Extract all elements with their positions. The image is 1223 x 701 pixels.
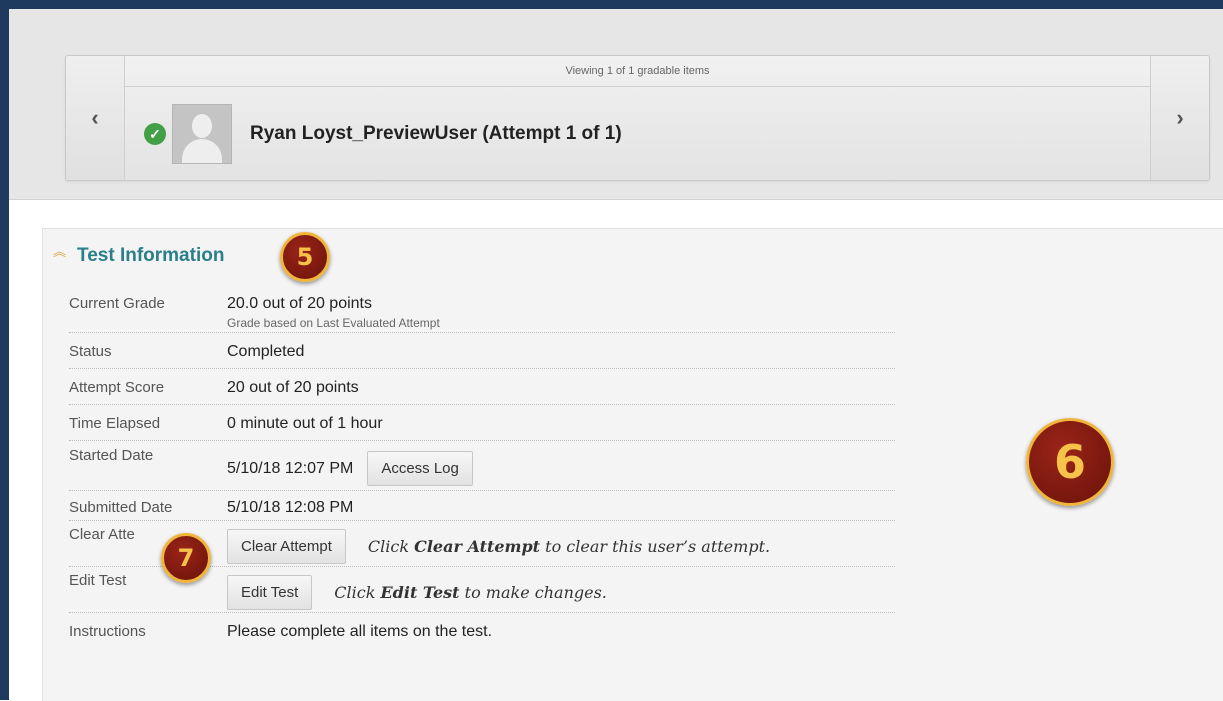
double-chevron-up-icon[interactable]: ︽: [53, 241, 66, 260]
callout-badge-5: 5: [280, 232, 330, 282]
section-title[interactable]: Test Information: [77, 245, 224, 267]
row-started-date: Started Date 5/10/18 12:07 PM Access Log: [69, 441, 895, 491]
value-status: Completed: [227, 343, 305, 360]
callout-badge-6: 6: [1026, 418, 1114, 506]
check-circle-icon: ✓: [144, 123, 166, 145]
callout-badge-7: 7: [161, 533, 211, 583]
value-attempt-score: 20 out of 20 points: [227, 379, 359, 396]
row-current-grade: Current Grade 20.0 out of 20 points Grad…: [69, 287, 895, 333]
next-item-button[interactable]: ›: [1150, 56, 1209, 180]
current-grade-text: 20.0 out of 20 points: [227, 295, 372, 312]
edit-test-button[interactable]: Edit Test: [227, 574, 313, 610]
clear-attempt-hint: Click Clear Attempt to clear this user’s…: [367, 536, 771, 556]
value-submitted-date: 5/10/18 12:08 PM: [227, 499, 354, 516]
value-current-grade: 20.0 out of 20 points Grade based on Las…: [227, 295, 440, 330]
grading-header: ‹ Viewing 1 of 1 gradable items ✓ Ryan L…: [9, 9, 1223, 200]
user-attempt-name: Ryan Loyst_PreviewUser (Attempt 1 of 1): [250, 123, 622, 144]
row-time-elapsed: Time Elapsed 0 minute out of 1 hour: [69, 405, 895, 441]
label-submitted-date: Submitted Date: [69, 499, 173, 516]
chevron-left-icon: ‹: [91, 105, 99, 130]
label-time-elapsed: Time Elapsed: [69, 415, 161, 432]
gradable-item-navigator: ‹ Viewing 1 of 1 gradable items ✓ Ryan L…: [65, 55, 1210, 181]
viewing-count: Viewing 1 of 1 gradable items: [125, 56, 1150, 87]
edit-test-hint: Click Edit Test to make changes.: [334, 582, 607, 602]
label-instructions: Instructions: [69, 623, 146, 640]
label-status: Status: [69, 343, 112, 360]
test-info-table: Current Grade 20.0 out of 20 points Grad…: [69, 287, 895, 649]
value-instructions: Please complete all items on the test.: [227, 623, 493, 640]
row-instructions: Instructions Please complete all items o…: [69, 613, 895, 649]
value-time-elapsed: 0 minute out of 1 hour: [227, 415, 383, 432]
clear-attempt-button[interactable]: Clear Attempt: [227, 528, 346, 564]
grade-basis-note: Grade based on Last Evaluated Attempt: [227, 316, 440, 330]
row-attempt-score: Attempt Score 20 out of 20 points: [69, 369, 895, 405]
user-attempt-row: ✓ Ryan Loyst_PreviewUser (Attempt 1 of 1…: [144, 104, 622, 164]
access-log-button[interactable]: Access Log: [367, 451, 473, 486]
previous-item-button[interactable]: ‹: [66, 56, 125, 180]
section-header[interactable]: ︽ Test Information: [53, 244, 224, 267]
row-submitted-date: Submitted Date 5/10/18 12:08 PM: [69, 491, 895, 521]
label-current-grade: Current Grade: [69, 295, 165, 312]
row-status: Status Completed: [69, 333, 895, 369]
value-started-date: 5/10/18 12:07 PM: [227, 459, 354, 477]
label-started-date: Started Date: [69, 447, 154, 464]
label-attempt-score: Attempt Score: [69, 379, 165, 396]
chevron-right-icon: ›: [1176, 105, 1184, 130]
avatar: [172, 104, 232, 164]
